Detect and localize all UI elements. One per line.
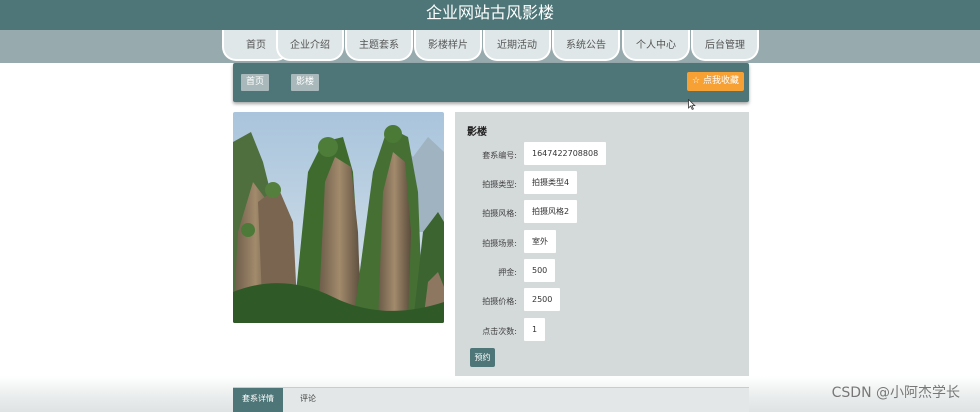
breadcrumb-home[interactable]: 首页 <box>241 74 270 91</box>
main-nav: 首页 企业介绍 主题套系 影楼样片 近期活动 系统公告 个人中心 后台管理 <box>0 30 980 63</box>
breadcrumb-current: 影楼 <box>291 74 320 91</box>
tab-package-details[interactable]: 套系详情 <box>233 388 283 412</box>
detail-tabs: 套系详情 评论 <box>233 387 749 412</box>
nav-item-studio-samples[interactable]: 影楼样片 <box>414 30 482 61</box>
site-title: 企业网站古风影楼 <box>425 3 554 22</box>
field-label-click-count: 点击次数: <box>482 327 517 336</box>
field-value-package-number: 1647422708808 <box>524 142 607 165</box>
field-label-shoot-style: 拍摄风格: <box>482 209 517 218</box>
breadcrumb-bar: 首页 / 影楼 ☆ 点我收藏 <box>233 63 749 102</box>
field-label-deposit: 押金: <box>498 268 517 277</box>
field-value-deposit: 500 <box>524 259 556 282</box>
nav-item-company-intro[interactable]: 企业介绍 <box>276 30 344 61</box>
field-value-shoot-scene: 室外 <box>524 230 556 253</box>
nav-item-personal-center[interactable]: 个人中心 <box>622 30 690 61</box>
nav-item-announcements[interactable]: 系统公告 <box>552 30 620 61</box>
mouse-cursor-icon <box>688 99 696 110</box>
tab-comments[interactable]: 评论 <box>291 388 325 412</box>
book-button[interactable]: 预约 <box>470 348 495 367</box>
favorite-button[interactable]: ☆ 点我收藏 <box>687 72 744 91</box>
field-value-shoot-price: 2500 <box>524 288 561 311</box>
field-label-package-number: 套系编号: <box>482 151 517 160</box>
field-label-shoot-scene: 拍摄场景: <box>482 239 517 248</box>
csdn-watermark: CSDN @小阿杰学长 <box>831 385 960 401</box>
detail-title: 影楼 <box>467 127 487 138</box>
field-label-shoot-type: 拍摄类型: <box>482 180 517 189</box>
package-detail-panel: 影楼 套系编号: 1647422708808 拍摄类型: 拍摄类型4 拍摄风格:… <box>455 112 749 377</box>
field-value-shoot-type: 拍摄类型4 <box>524 171 578 194</box>
karst-mountain-image <box>233 112 444 323</box>
site-header: 企业网站古风影楼 <box>0 0 980 30</box>
nav-item-recent-events[interactable]: 近期活动 <box>483 30 551 61</box>
field-label-shoot-price: 拍摄价格: <box>482 297 517 306</box>
package-photo <box>233 112 444 323</box>
field-value-shoot-style: 拍摄风格2 <box>524 200 578 223</box>
nav-item-admin[interactable]: 后台管理 <box>691 30 759 61</box>
field-value-click-count: 1 <box>524 318 546 341</box>
nav-item-theme-packages[interactable]: 主题套系 <box>345 30 413 61</box>
